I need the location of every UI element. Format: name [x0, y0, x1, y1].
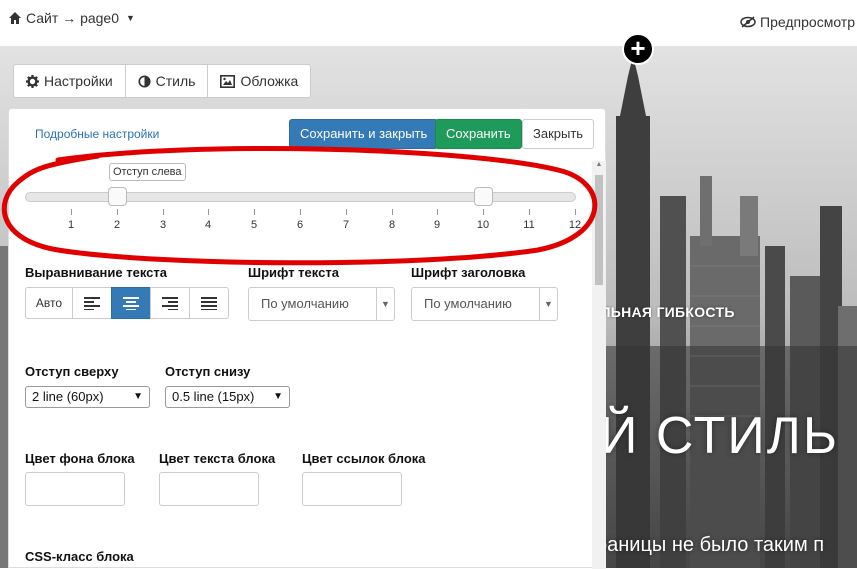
text-color-input[interactable] [159, 472, 259, 506]
slider-tick-label: 11 [523, 219, 535, 231]
heading-font-value: По умолчанию [424, 296, 512, 311]
site-breadcrumb-dropdown[interactable]: Сайт → page0 ▼ [8, 10, 135, 26]
slider-tick [254, 209, 255, 215]
align-auto-button[interactable]: Авто [25, 287, 73, 319]
slider-tick-label: 4 [204, 219, 212, 231]
slider-handle-right[interactable] [474, 187, 493, 206]
slider-tick [71, 209, 72, 215]
hero-subtitle: АЛЬНАЯ ГИБКОСТЬ [590, 304, 735, 320]
preview-label: Предпросмотр [760, 14, 855, 30]
slider-handle-left[interactable] [108, 187, 127, 206]
slider-tooltip: Отступ слева [109, 163, 186, 181]
settings-panel: Подробные настройки Сохранить и закрыть … [8, 108, 606, 569]
scrollbar-thumb[interactable] [595, 175, 603, 285]
align-center-button[interactable] [111, 287, 151, 319]
align-justify-button[interactable] [189, 287, 229, 319]
slider-tick [529, 209, 530, 215]
slider-tick-label: 12 [568, 219, 582, 231]
align-right-button[interactable] [150, 287, 190, 319]
close-button[interactable]: Закрыть [522, 119, 595, 149]
padding-top-value: 2 line (60px) [32, 389, 104, 404]
chevron-down-icon: ▼ [376, 288, 394, 320]
settings-tabs: Настройки Стиль Обложка [13, 64, 312, 98]
slider-tick-label: 3 [159, 219, 167, 231]
slider-tick-label: 10 [476, 219, 490, 231]
align-right-icon [162, 297, 178, 310]
align-auto-label: Авто [35, 296, 63, 310]
top-bar: Сайт → page0 ▼ Предпросмотр [0, 0, 857, 46]
tab-cover[interactable]: Обложка [208, 65, 310, 97]
contrast-icon [138, 74, 151, 88]
slider-tick [208, 209, 209, 215]
slider-tick-label: 1 [67, 219, 75, 231]
tab-settings-label: Настройки [44, 73, 113, 89]
slider-tick [346, 209, 347, 215]
text-align-group: Авто [25, 287, 229, 319]
image-icon [220, 74, 236, 88]
hero-title: Й СТИЛЬ [600, 407, 840, 465]
bg-color-label: Цвет фона блока [25, 451, 135, 466]
slider-tick-label: 9 [433, 219, 441, 231]
padding-bottom-label: Отступ снизу [165, 364, 251, 379]
slider-tick-label: 5 [250, 219, 258, 231]
css-class-label: CSS-класс блока [25, 549, 134, 564]
slider-tick [300, 209, 301, 215]
text-font-label: Шрифт текста [248, 265, 339, 280]
heading-font-select[interactable]: По умолчанию ▼ [411, 287, 558, 321]
link-color-label: Цвет ссылок блока [302, 451, 426, 466]
slider-tick-label: 6 [296, 219, 304, 231]
chevron-down-icon: ▼ [273, 391, 283, 402]
slider-tick [392, 209, 393, 215]
hero-description: раницы не было таким п [596, 534, 825, 556]
tab-style-label: Стиль [155, 73, 196, 89]
text-color-label: Цвет текста блока [159, 451, 276, 466]
plus-icon: + [630, 33, 646, 63]
chevron-down-icon: ▼ [539, 288, 557, 320]
slider-tick [117, 209, 118, 215]
heading-font-label: Шрифт заголовка [411, 265, 526, 280]
text-align-label: Выравнивание текста [25, 265, 167, 280]
site-breadcrumb-label: Сайт → page0 [26, 10, 119, 26]
align-center-icon [123, 297, 139, 310]
tab-cover-label: Обложка [240, 73, 299, 89]
tab-style[interactable]: Стиль [126, 65, 209, 97]
text-font-select[interactable]: По умолчанию ▼ [248, 287, 395, 321]
gear-icon [26, 74, 39, 88]
slider-tick [437, 209, 438, 215]
text-font-value: По умолчанию [261, 296, 349, 311]
add-block-button[interactable]: + [622, 33, 654, 65]
slider-tick [575, 209, 576, 215]
slider-tick-label: 8 [388, 219, 396, 231]
left-offset-slider: Отступ слева 1 2 3 4 5 6 7 8 9 10 11 12 [9, 161, 589, 249]
tab-settings[interactable]: Настройки [14, 65, 126, 97]
slider-tick-label: 2 [113, 219, 121, 231]
chevron-down-icon: ▼ [126, 13, 135, 23]
preview-button[interactable]: Предпросмотр [740, 14, 855, 30]
align-left-button[interactable] [72, 287, 112, 319]
save-button[interactable]: Сохранить [435, 119, 522, 149]
slider-tick-label: 7 [342, 219, 350, 231]
link-color-input[interactable] [302, 472, 402, 506]
chevron-down-icon: ▼ [133, 391, 143, 402]
slider-tick [163, 209, 164, 215]
padding-top-select[interactable]: 2 line (60px) ▼ [25, 386, 150, 408]
advanced-settings-link[interactable]: Подробные настройки [35, 127, 159, 141]
bg-color-input[interactable] [25, 472, 125, 506]
scroll-up-arrow-icon[interactable]: ▲ [593, 161, 605, 168]
padding-bottom-select[interactable]: 0.5 line (15px) ▼ [165, 386, 290, 408]
padding-bottom-value: 0.5 line (15px) [172, 389, 255, 404]
align-left-icon [84, 297, 100, 310]
home-icon [9, 12, 21, 24]
padding-top-label: Отступ сверху [25, 364, 119, 379]
save-and-close-button[interactable]: Сохранить и закрыть [289, 119, 439, 149]
eye-slash-icon [740, 16, 756, 28]
slider-tick [483, 209, 484, 215]
align-justify-icon [201, 297, 217, 310]
